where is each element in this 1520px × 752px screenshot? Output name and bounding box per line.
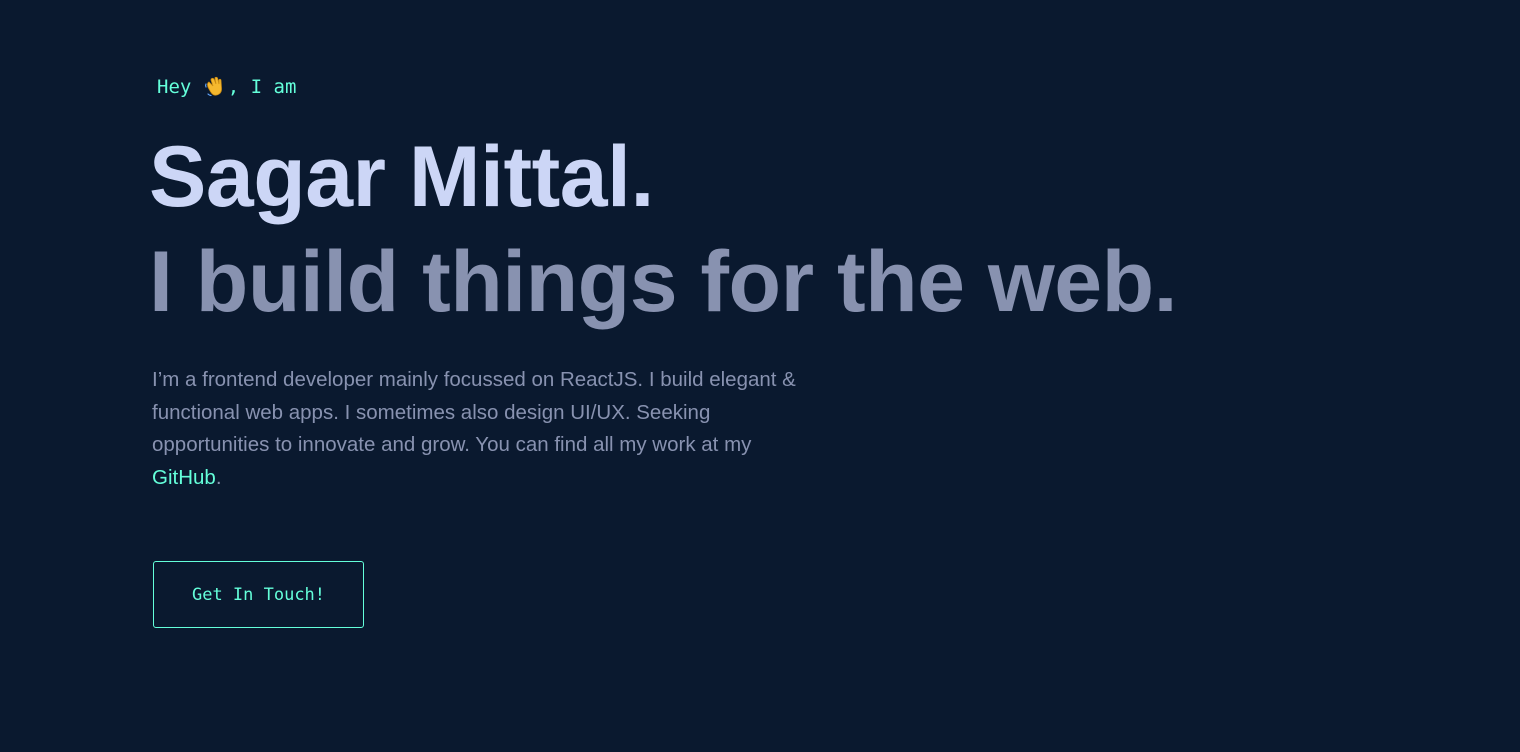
- bio-text: I’m a frontend developer mainly focussed…: [152, 368, 796, 456]
- greeting-prefix: Hey: [157, 76, 203, 98]
- bio-end: .: [215, 465, 222, 489]
- waving-hand-icon: [204, 75, 226, 97]
- github-link[interactable]: GitHub: [152, 466, 216, 489]
- hero-bio: I’m a frontend developer mainly focussed…: [152, 364, 822, 494]
- greeting: Hey , I am: [157, 74, 296, 100]
- greeting-suffix: , I am: [227, 76, 297, 98]
- get-in-touch-button[interactable]: Get In Touch!: [153, 561, 364, 628]
- hero-section: Hey , I am Sagar Mittal. I build things …: [149, 0, 1452, 752]
- hero-tagline: I build things for the web.: [149, 234, 1178, 330]
- hero-name: Sagar Mittal.: [149, 129, 654, 225]
